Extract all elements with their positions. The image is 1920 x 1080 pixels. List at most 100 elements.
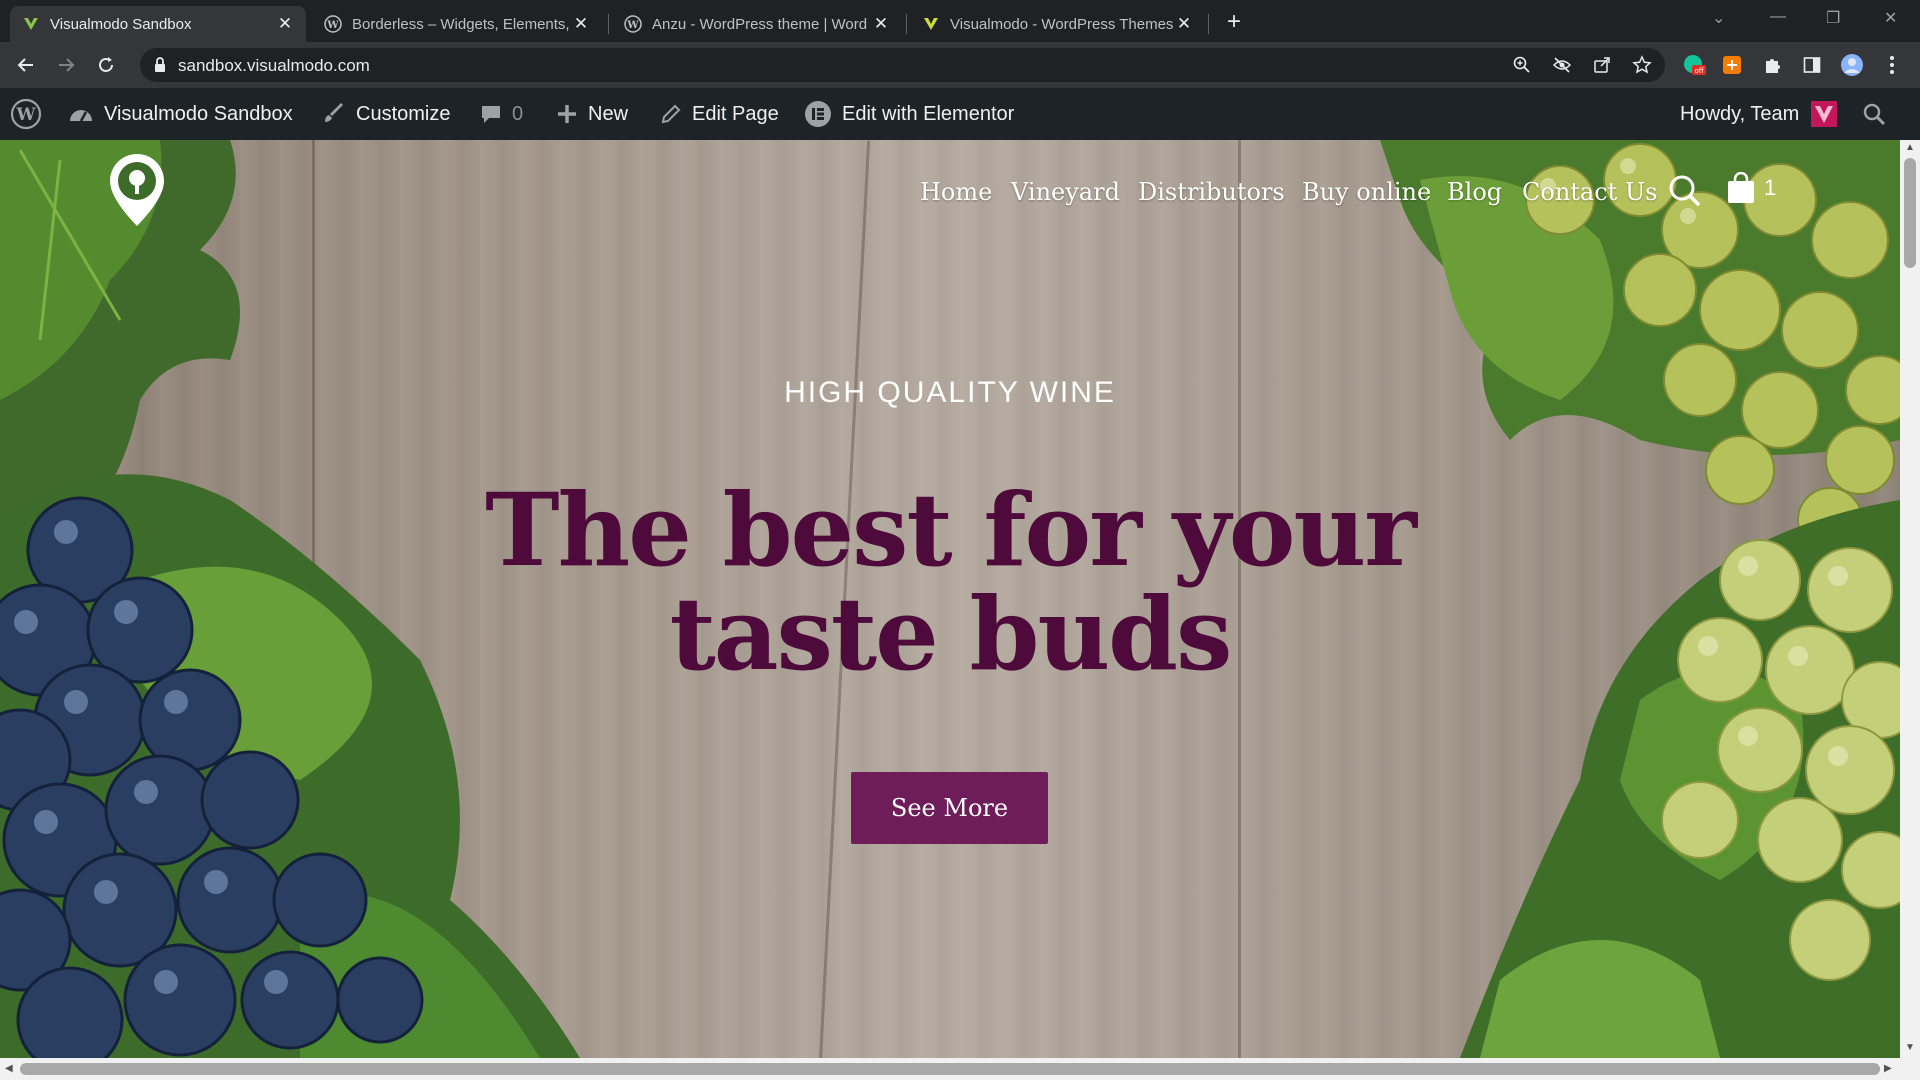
tab-title: Visualmodo - WordPress Themes	[950, 15, 1174, 33]
hero-headline: The best for your taste buds	[350, 478, 1550, 686]
cart-button[interactable]: 1	[1726, 172, 1776, 204]
back-arrow-icon	[17, 58, 33, 72]
hero-eyebrow: HIGH QUALITY WINE	[784, 376, 1116, 409]
admin-search-button[interactable]	[1862, 88, 1886, 140]
site-logo[interactable]	[108, 152, 166, 233]
profile-avatar-icon[interactable]	[1840, 53, 1864, 77]
wp-admin-bar: W Visualmodo Sandbox Customize 0 New Edi…	[0, 88, 1920, 140]
nav-home[interactable]: Home	[920, 178, 992, 206]
tab-title: Borderless – Widgets, Elements,	[352, 15, 570, 33]
plus-icon	[556, 103, 578, 125]
vertical-scrollbar[interactable]: ▲ ▼	[1900, 140, 1920, 1058]
wordpress-icon: W	[624, 15, 642, 33]
comments-link[interactable]: 0	[480, 88, 523, 140]
howdy-label: Howdy, Team	[1680, 102, 1800, 125]
maximize-icon[interactable]: ❐	[1826, 8, 1840, 28]
dashboard-gauge-icon	[68, 103, 94, 125]
shopping-bag-icon	[1728, 172, 1754, 203]
horizontal-scroll-thumb[interactable]	[20, 1063, 1880, 1075]
close-icon[interactable]: ✕	[872, 14, 890, 34]
user-avatar	[1811, 101, 1838, 127]
new-label: New	[588, 102, 629, 125]
reload-icon	[99, 57, 113, 72]
eye-off-icon[interactable]	[1550, 53, 1574, 77]
forward-button[interactable]	[52, 51, 80, 79]
address-bar[interactable]: sandbox.visualmodo.com	[140, 48, 1665, 82]
scroll-up-icon[interactable]: ▲	[1905, 142, 1915, 153]
elementor-icon	[804, 100, 832, 128]
scroll-right-icon[interactable]: ▶	[1884, 1063, 1892, 1074]
svg-text:W: W	[15, 105, 36, 125]
reload-button[interactable]	[92, 51, 120, 79]
new-content-link[interactable]: New	[556, 88, 628, 140]
customize-link[interactable]: Customize	[322, 88, 450, 140]
browser-tab-borderless[interactable]: W Borderless – Widgets, Elements, ✕	[312, 6, 602, 42]
svg-text:W: W	[326, 20, 339, 31]
wordpress-icon: W	[10, 98, 42, 130]
extension-grammarly-icon[interactable]: off	[1682, 53, 1706, 77]
new-tab-button[interactable]: +	[1220, 8, 1248, 36]
see-more-button[interactable]: See More	[851, 772, 1048, 844]
close-icon[interactable]: ✕	[276, 14, 294, 34]
close-icon[interactable]: ✕	[1175, 14, 1193, 34]
nav-vineyard[interactable]: Vineyard	[1011, 178, 1120, 206]
nav-contact-us[interactable]: Contact Us	[1522, 178, 1657, 206]
share-icon[interactable]	[1590, 53, 1614, 77]
customize-label: Customize	[356, 102, 451, 125]
cart-count: 1	[1764, 175, 1777, 200]
pencil-icon	[660, 103, 682, 125]
lock-icon	[155, 57, 165, 72]
edit-page-link[interactable]: Edit Page	[660, 88, 779, 140]
hero-headline-line-2: taste buds	[669, 575, 1233, 693]
edit-page-label: Edit Page	[692, 102, 779, 125]
account-menu[interactable]: Howdy, Team	[1680, 88, 1838, 140]
wordpress-logo-button[interactable]: W	[10, 88, 42, 140]
edit-elementor-link[interactable]: Edit with Elementor	[804, 88, 1014, 140]
hero-section: Home Vineyard Distributors Buy online Bl…	[0, 140, 1900, 1058]
site-name-label: Visualmodo Sandbox	[104, 102, 293, 125]
scroll-down-icon[interactable]: ▼	[1905, 1042, 1915, 1053]
forward-arrow-icon	[59, 58, 75, 72]
back-button[interactable]	[12, 51, 40, 79]
horizontal-scrollbar[interactable]: ◀ ▶	[0, 1058, 1920, 1080]
edit-elementor-label: Edit with Elementor	[842, 102, 1015, 125]
site-name-link[interactable]: Visualmodo Sandbox	[68, 88, 293, 140]
search-icon	[1669, 175, 1701, 207]
bookmark-star-icon[interactable]	[1630, 53, 1654, 77]
browser-tab-visualmodo-sandbox[interactable]: Visualmodo Sandbox ✕	[10, 6, 306, 42]
visualmodo-icon	[922, 15, 940, 33]
svg-text:off: off	[1694, 67, 1703, 75]
browser-tab-visualmodo-themes[interactable]: Visualmodo - WordPress Themes ✕	[910, 6, 1205, 42]
comments-count: 0	[512, 102, 524, 125]
brush-icon	[322, 102, 346, 126]
scroll-left-icon[interactable]: ◀	[5, 1063, 13, 1074]
extension-orange-icon[interactable]	[1720, 53, 1744, 77]
tab-title: Visualmodo Sandbox	[50, 15, 192, 33]
nav-buy-online[interactable]: Buy online	[1302, 178, 1431, 206]
close-window-icon[interactable]: ✕	[1884, 8, 1897, 28]
vertical-scroll-thumb[interactable]	[1904, 158, 1916, 268]
site-search-button[interactable]	[1668, 174, 1702, 213]
menu-dots-icon[interactable]	[1880, 53, 1904, 77]
extensions-puzzle-icon[interactable]	[1760, 53, 1784, 77]
browser-toolbar: sandbox.visualmodo.com off	[0, 42, 1920, 88]
zoom-icon[interactable]	[1510, 53, 1534, 77]
close-icon[interactable]: ✕	[572, 14, 590, 34]
search-icon	[1863, 103, 1886, 126]
tab-separator	[608, 14, 609, 34]
nav-blog[interactable]: Blog	[1447, 178, 1502, 206]
nav-distributors[interactable]: Distributors	[1138, 178, 1285, 206]
url-text: sandbox.visualmodo.com	[178, 56, 370, 75]
svg-text:W: W	[626, 20, 639, 31]
visualmodo-icon	[22, 15, 40, 33]
comment-bubble-icon	[480, 103, 502, 125]
tab-search-icon[interactable]: ⌄	[1712, 8, 1725, 28]
sidebar-icon[interactable]	[1800, 53, 1824, 77]
minimize-icon[interactable]: —	[1770, 8, 1786, 26]
tab-separator	[906, 14, 907, 34]
tab-separator	[1208, 14, 1209, 34]
browser-tab-strip: Visualmodo Sandbox ✕ W Borderless – Widg…	[0, 0, 1920, 42]
wordpress-icon: W	[324, 15, 342, 33]
tab-title: Anzu - WordPress theme | Word	[652, 15, 868, 33]
browser-tab-anzu[interactable]: W Anzu - WordPress theme | Word ✕	[612, 6, 902, 42]
